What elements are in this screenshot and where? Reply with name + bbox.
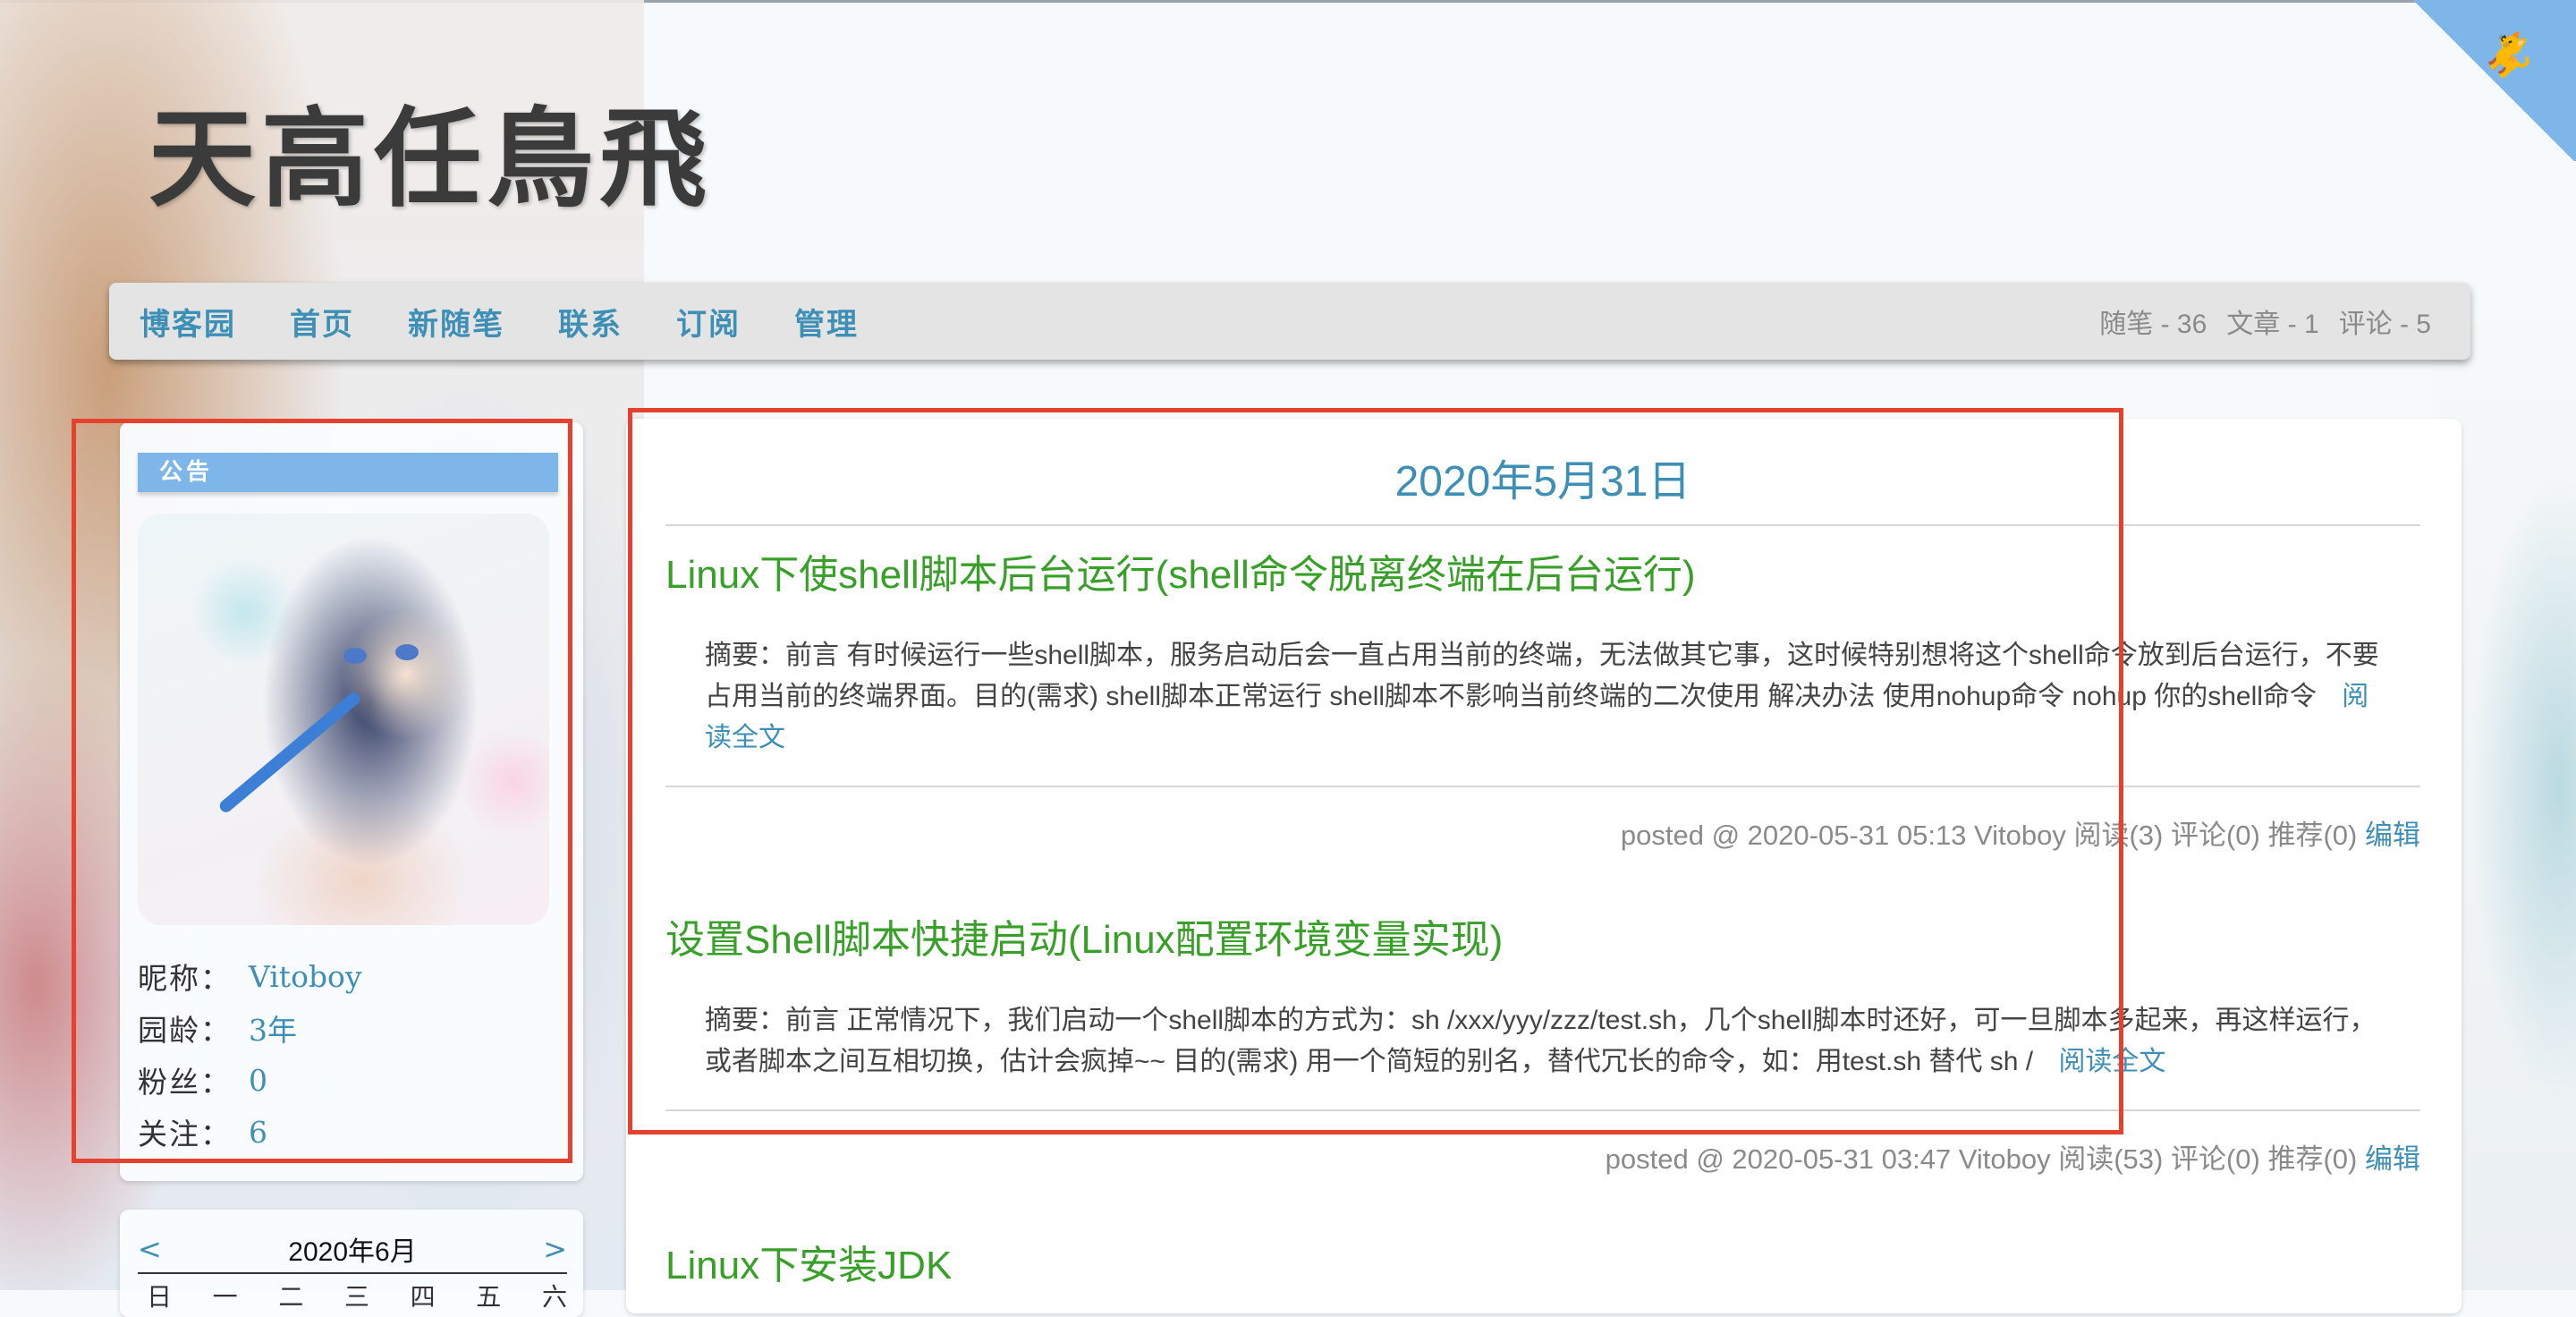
nav-bar: 博客园 首页 新随笔 联系 订阅 管理 随笔 - 36 文章 - 1 评论 - … xyxy=(109,283,2470,360)
calendar-panel: < 2020年6月 > 日 一 二 三 四 五 六 xyxy=(120,1210,583,1317)
stat-posts: 随笔 - 36 xyxy=(2099,310,2207,339)
post-meta: posted @ 2020-05-31 03:47 Vitoboy 阅读(53)… xyxy=(1605,1143,2358,1175)
github-corner[interactable]: 🐈 xyxy=(2397,0,2576,161)
nav-link-contact[interactable]: 联系 xyxy=(558,300,623,344)
post-title-link[interactable]: Linux下安装JDK xyxy=(665,1233,2420,1290)
calendar-weekday: 二 xyxy=(278,1282,304,1312)
stat-comments: 评论 - 5 xyxy=(2338,310,2431,339)
calendar-weekdays: 日 一 二 三 四 五 六 xyxy=(147,1278,567,1313)
calendar-header: < 2020年6月 > xyxy=(138,1229,567,1274)
post-item: Linux下安装JDK xyxy=(665,1233,2420,1290)
nav-link-admin[interactable]: 管理 xyxy=(794,300,859,344)
edit-link[interactable]: 编辑 xyxy=(2365,1143,2420,1175)
stat-articles: 文章 - 1 xyxy=(2226,310,2319,339)
calendar-weekday: 六 xyxy=(541,1282,567,1312)
calendar-weekday: 日 xyxy=(147,1282,173,1312)
calendar-weekday: 三 xyxy=(343,1282,369,1312)
nav-link-cnblogs[interactable]: 博客园 xyxy=(140,300,236,344)
annotation-box-posts xyxy=(628,408,2123,1134)
github-cat-icon[interactable]: 🐈 xyxy=(2474,18,2546,89)
annotation-box-sidebar xyxy=(72,419,572,1163)
blog-stats: 随笔 - 36 文章 - 1 评论 - 5 xyxy=(2099,283,2431,360)
edit-link[interactable]: 编辑 xyxy=(2365,820,2420,851)
site-title[interactable]: 天高任鳥飛 xyxy=(148,100,712,218)
post-footer: posted @ 2020-05-31 03:47 Vitoboy 阅读(53)… xyxy=(665,1136,2420,1177)
nav-link-new-post[interactable]: 新随笔 xyxy=(408,300,504,344)
calendar-weekday: 一 xyxy=(212,1282,238,1312)
calendar-weekday: 五 xyxy=(476,1282,502,1312)
calendar-weekday: 四 xyxy=(410,1282,436,1312)
nav-link-home[interactable]: 首页 xyxy=(290,300,354,344)
calendar-next-button[interactable]: > xyxy=(543,1232,567,1266)
calendar-prev-button[interactable]: < xyxy=(138,1232,162,1266)
calendar-month: 2020年6月 xyxy=(288,1237,417,1267)
nav-link-subscribe[interactable]: 订阅 xyxy=(676,300,741,344)
nav-links: 博客园 首页 新随笔 联系 订阅 管理 xyxy=(140,283,859,360)
